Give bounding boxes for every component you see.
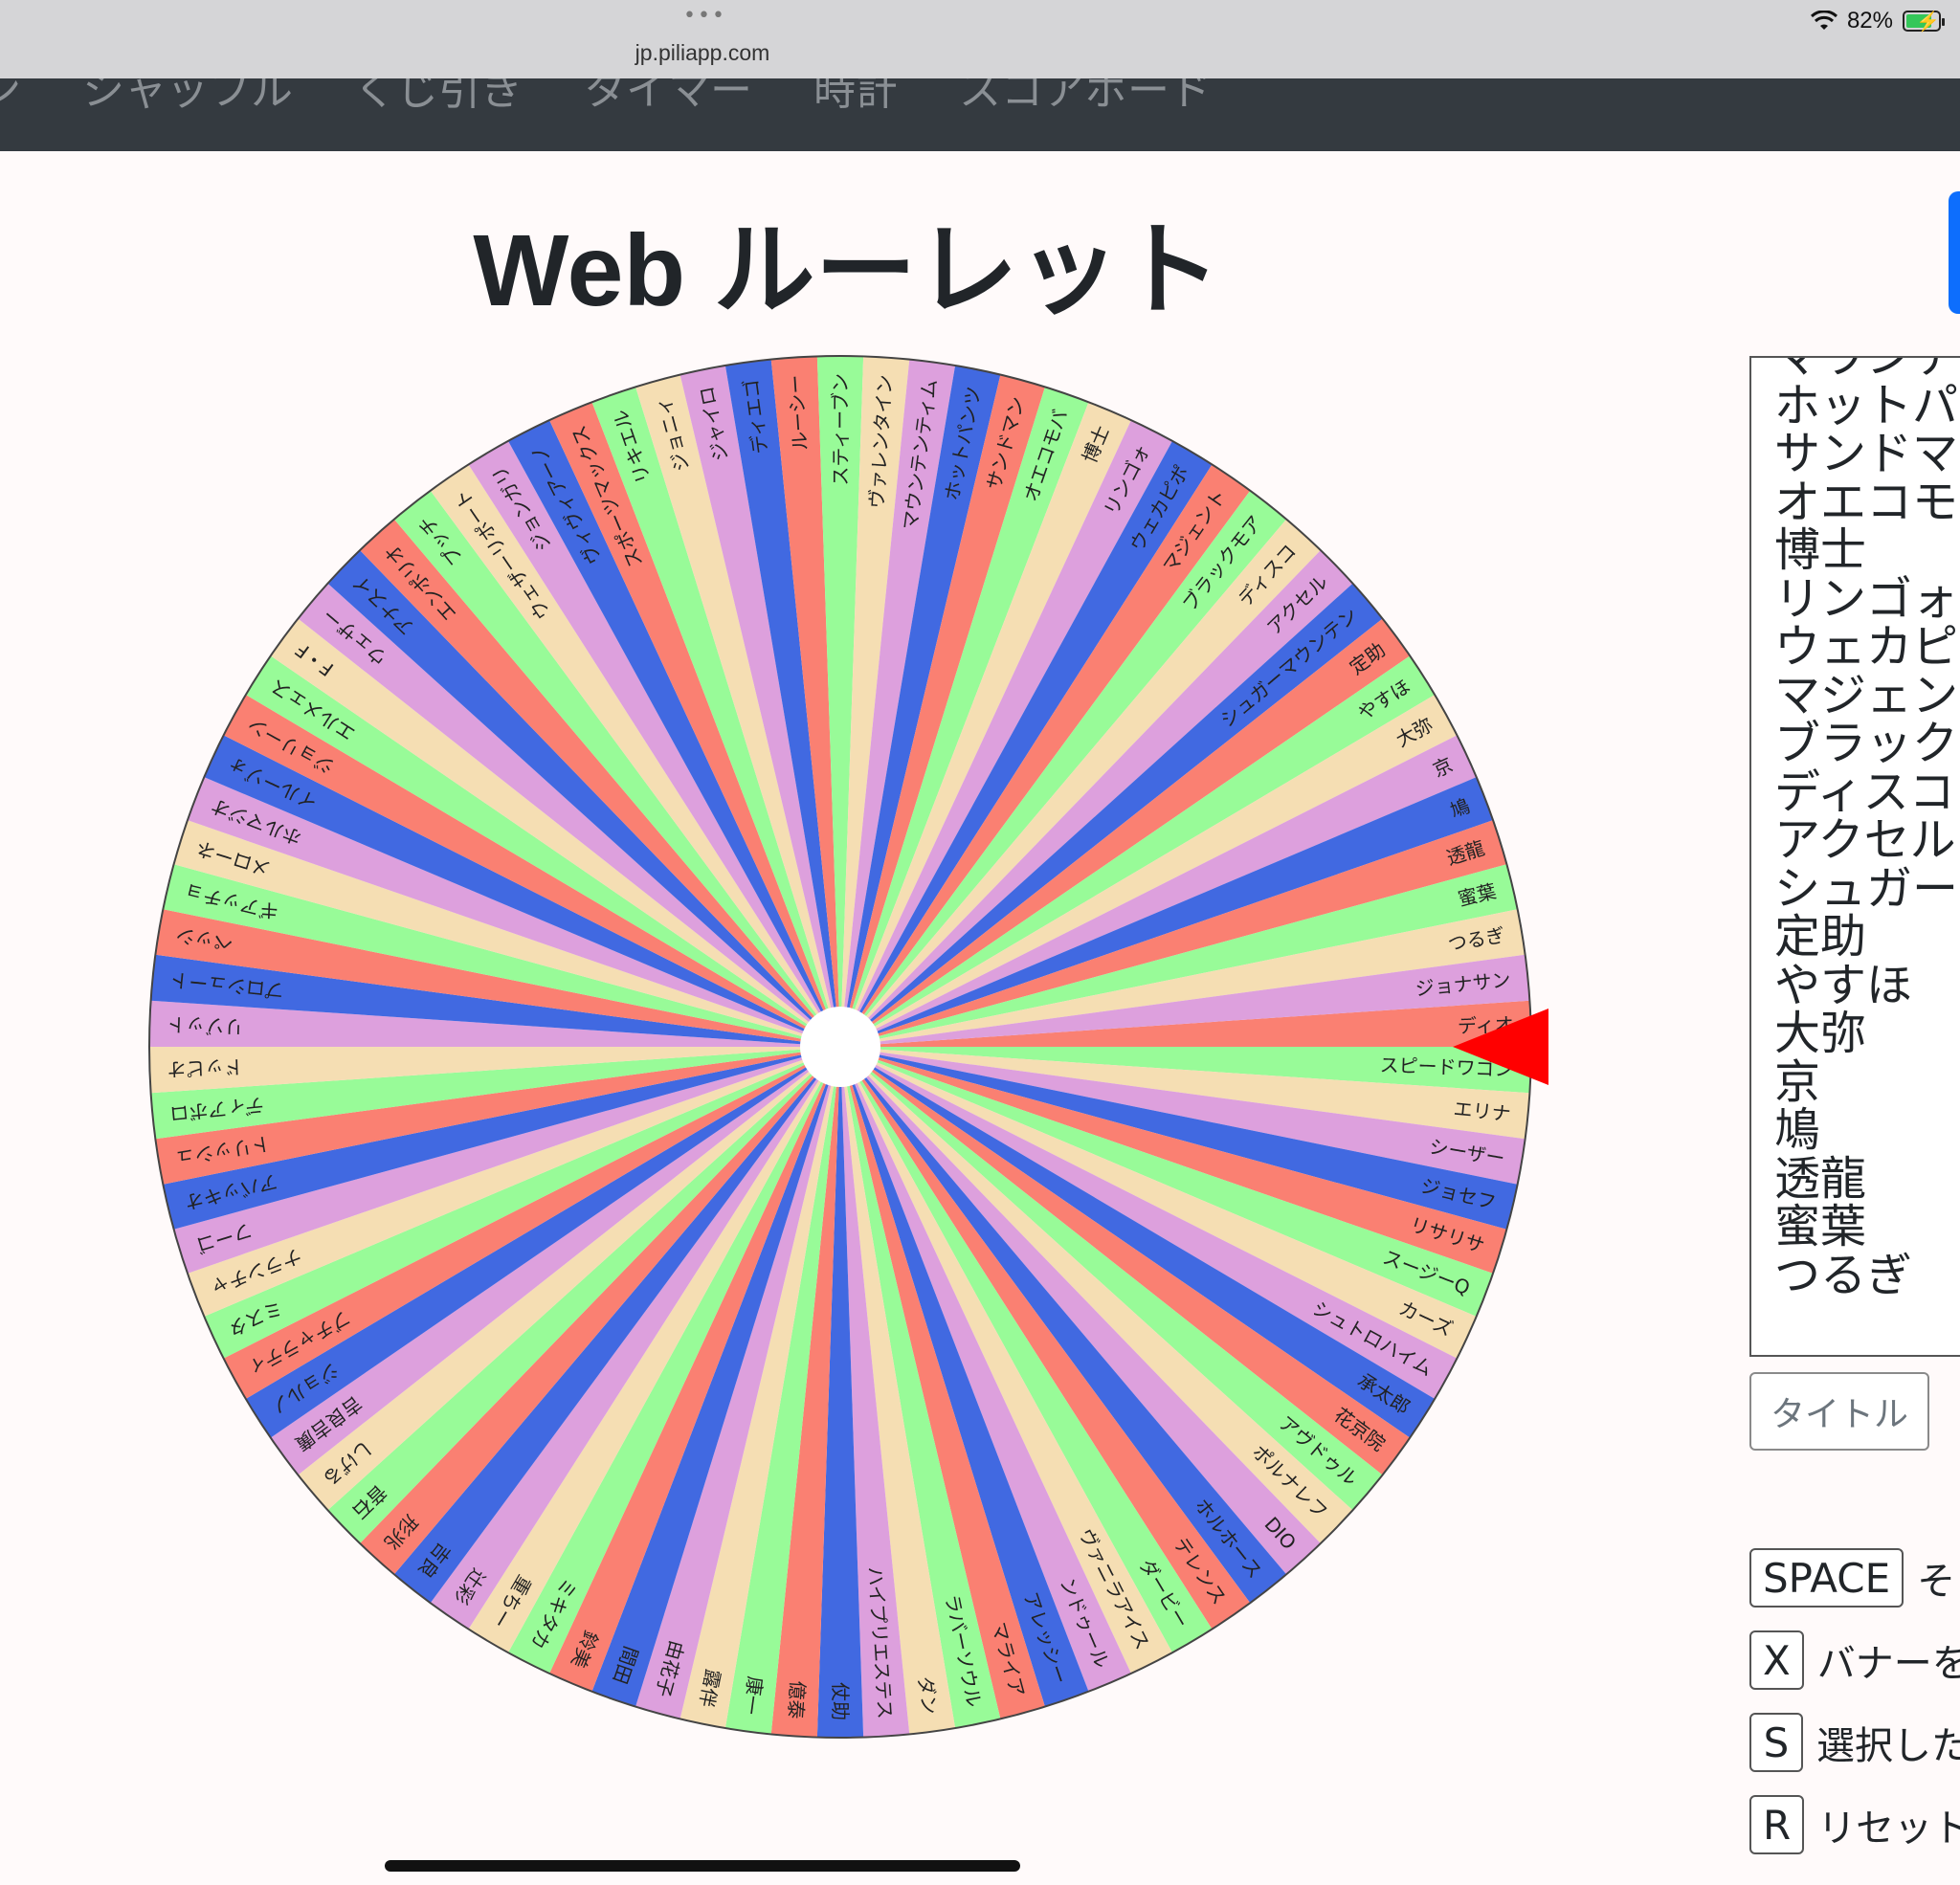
- names-list: マウンテンホットパンツサンドマンオエコモバ博士リンゴォウェカピポマジェントブラッ…: [1774, 356, 1960, 1302]
- list-line: 蜜葉: [1774, 1200, 1867, 1253]
- list-line: リンゴォ: [1774, 571, 1959, 626]
- list-line: 透龍: [1774, 1151, 1867, 1206]
- blue-action-button-edge[interactable]: [1949, 191, 1960, 314]
- home-indicator: [385, 1860, 1020, 1872]
- shortcut-row: SPACE そ: [1749, 1548, 1955, 1608]
- list-line: アクセル: [1774, 813, 1956, 867]
- list-line: ウェカピポ: [1774, 620, 1960, 674]
- battery-cap: [1942, 18, 1945, 26]
- wheel-center-hub: [800, 1007, 880, 1087]
- shortcut-key[interactable]: SPACE: [1749, 1548, 1904, 1608]
- list-line: 大弥: [1774, 1007, 1867, 1060]
- shortcut-description: そ: [1917, 1560, 1956, 1604]
- title-button[interactable]: タイトル: [1749, 1372, 1929, 1451]
- charging-bolt-icon: ⚡: [1916, 11, 1940, 33]
- list-line: サンドマン: [1774, 427, 1960, 480]
- list-line: マウンテン: [1774, 356, 1960, 384]
- shortcut-key[interactable]: R: [1749, 1795, 1805, 1854]
- battery-icon: ⚡: [1903, 11, 1945, 33]
- shortcut-row: R リセット: [1749, 1795, 1960, 1854]
- list-line: つるぎ: [1774, 1248, 1913, 1302]
- list-line: オエコモバ: [1774, 475, 1960, 529]
- list-line: ブラックモア: [1774, 717, 1960, 770]
- roulette-wheel[interactable]: ディオスピードワゴンエリナシーザージョセフリサリサスージーQカーズシュトロハイム…: [0, 0, 1570, 1761]
- shortcut-key[interactable]: X: [1749, 1630, 1804, 1690]
- shortcut-row: S 選択した: [1749, 1713, 1960, 1772]
- wheel-segment-label: 仗助: [829, 1682, 852, 1720]
- wheel-segment-label: スティーブン: [829, 373, 852, 486]
- list-line: 京: [1774, 1054, 1821, 1109]
- list-line: マジェント: [1774, 668, 1960, 722]
- shortcut-description: バナーを: [1816, 1642, 1960, 1686]
- shortcut-description: 選択した: [1816, 1724, 1960, 1768]
- wifi-icon: [1810, 11, 1838, 30]
- list-line: 定助: [1774, 910, 1867, 964]
- wheel-segment-label: リゾット: [167, 1012, 244, 1038]
- list-line: ホットパンツ: [1774, 378, 1960, 432]
- shortcut-key[interactable]: S: [1749, 1713, 1803, 1772]
- shortcut-row: X バナーを: [1749, 1630, 1960, 1690]
- status-indicators: 82% ⚡: [1810, 8, 1945, 34]
- shortcut-description: リセット: [1817, 1807, 1960, 1851]
- list-line: シュガー: [1774, 861, 1959, 916]
- wheel-segment-label: ドッピオ: [167, 1055, 244, 1081]
- names-textarea[interactable]: マウンテンホットパンツサンドマンオエコモバ博士リンゴォウェカピポマジェントブラッ…: [1749, 356, 1960, 1357]
- list-line: ディスコ: [1774, 765, 1955, 819]
- battery-percent: 82%: [1846, 8, 1893, 33]
- wheel-segment-label: 億泰: [784, 1680, 810, 1720]
- list-line: 鳩: [1774, 1103, 1821, 1157]
- list-line: 博士: [1774, 523, 1867, 577]
- list-line: やすほ: [1774, 958, 1913, 1012]
